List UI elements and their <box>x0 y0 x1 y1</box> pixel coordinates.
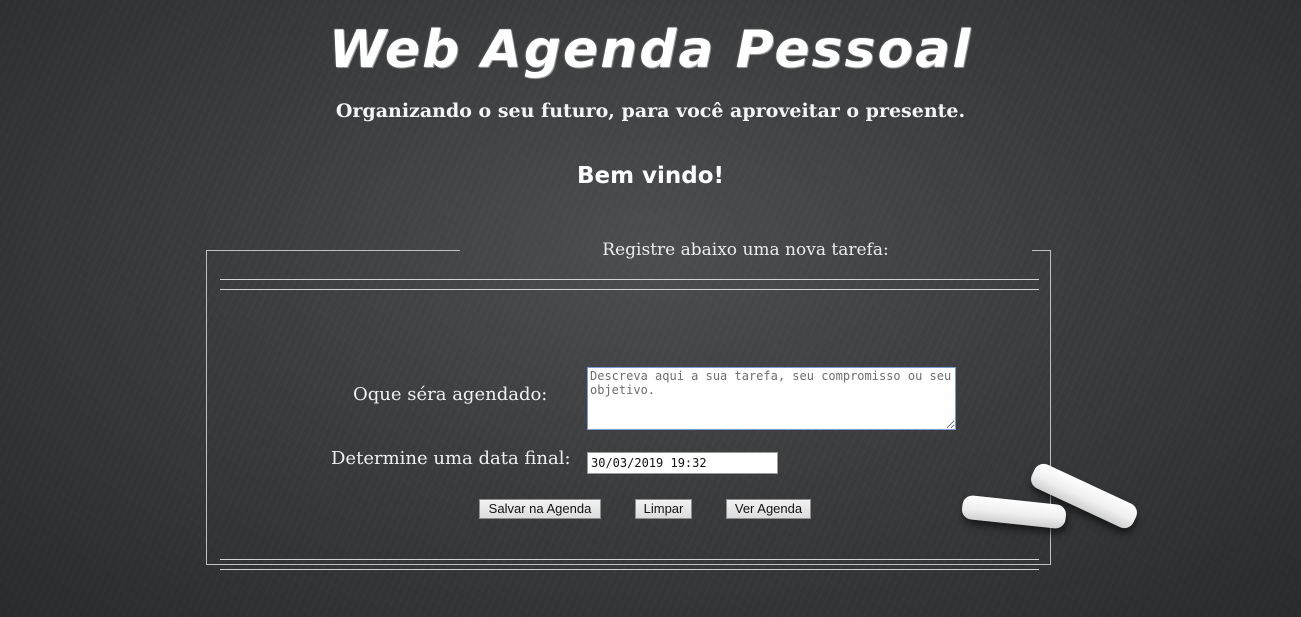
task-form-legend: Registre abaixo uma nova tarefa: <box>602 240 889 260</box>
divider-line <box>220 289 1039 290</box>
page-subtitle: Organizando o seu futuro, para você apro… <box>335 100 966 122</box>
save-button[interactable]: Salvar na Agenda <box>479 499 601 519</box>
page-title: Web Agenda Pessoal <box>328 20 973 80</box>
task-form: Registre abaixo uma nova tarefa: Oque sé… <box>206 240 1051 570</box>
date-label: Determine uma data final: <box>331 448 571 469</box>
clear-button[interactable]: Limpar <box>635 499 692 519</box>
welcome-message: Bem vindo! <box>576 163 725 189</box>
view-agenda-button[interactable]: Ver Agenda <box>726 499 811 519</box>
task-description-input[interactable] <box>587 367 956 430</box>
end-date-input[interactable] <box>587 452 778 474</box>
divider-line <box>220 569 1039 570</box>
task-label: Oque séra agendado: <box>353 384 548 405</box>
divider-line <box>220 279 1039 280</box>
divider-line <box>220 559 1039 560</box>
